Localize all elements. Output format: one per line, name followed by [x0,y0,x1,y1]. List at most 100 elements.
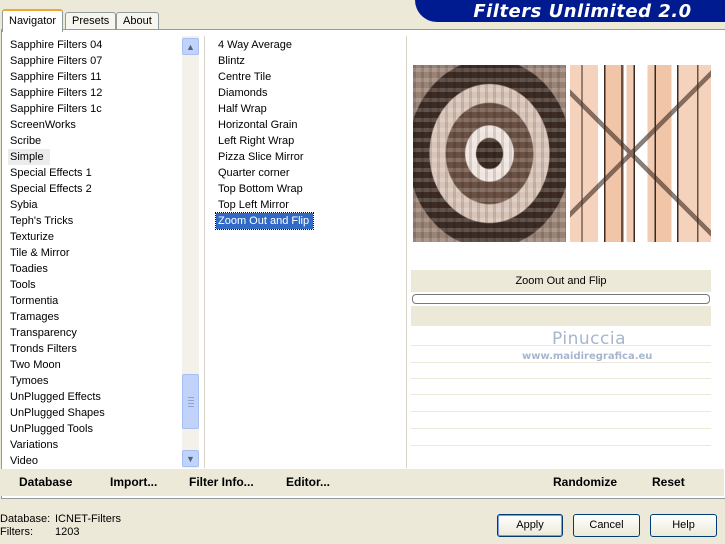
parameter-header [411,306,711,326]
preview-original-image [413,65,566,242]
filter-item[interactable]: Top Bottom Wrap [216,181,401,197]
category-item[interactable]: Simple [8,149,180,165]
filter-item-label: Zoom Out and Flip [214,212,315,230]
filter-item[interactable]: Zoom Out and Flip [214,212,401,230]
category-item-label: Special Effects 2 [10,183,92,195]
category-item[interactable]: Variations [8,437,180,453]
category-item[interactable]: Toadies [8,261,180,277]
category-item-label: Texturize [10,231,55,243]
category-item[interactable]: Sapphire Filters 12 [8,85,180,101]
database-button[interactable]: Database [19,475,72,489]
category-item-label: Teph's Tricks [10,215,74,227]
filter-item[interactable]: Left Right Wrap [216,133,401,149]
filter-info-button[interactable]: Filter Info... [189,475,254,489]
apply-button[interactable]: Apply [497,514,563,537]
category-item[interactable]: Tramages [8,309,180,325]
category-item[interactable]: Sapphire Filters 1c [8,101,180,117]
category-item[interactable]: ScreenWorks [8,117,180,133]
tab-presets[interactable]: Presets [65,12,117,30]
status-filters-value: 1203 [55,526,80,538]
category-item[interactable]: Transparency [8,325,180,341]
category-item[interactable]: Tymoes [8,373,180,389]
category-item-label: UnPlugged Effects [10,391,101,403]
filter-item[interactable]: Pizza Slice Mirror [216,149,401,165]
category-item[interactable]: Sapphire Filters 11 [8,69,180,85]
editor-button[interactable]: Editor... [286,475,330,489]
current-filter-name: Zoom Out and Flip [515,275,607,287]
category-item-label: Tymoes [10,375,49,387]
category-item-label: Sapphire Filters 04 [10,39,103,51]
category-item-label: Simple [8,149,50,165]
category-item-label: ScreenWorks [10,119,76,131]
category-item[interactable]: UnPlugged Tools [8,421,180,437]
tab-navigator[interactable]: Navigator [2,9,64,32]
scroll-down-button[interactable]: ▼ [182,450,199,467]
filter-item-label: Quarter corner [218,167,290,179]
progress-bar [412,294,710,304]
filter-item[interactable]: Centre Tile [216,69,401,85]
category-item-label: Tronds Filters [10,343,77,355]
category-item[interactable]: Tormentia [8,293,180,309]
category-item-label: Tormentia [10,295,59,307]
category-item[interactable]: Special Effects 1 [8,165,180,181]
help-button[interactable]: Help [650,514,717,537]
filter-item[interactable]: Blintz [216,53,401,69]
category-item-label: Sapphire Filters 11 [10,71,102,83]
filter-item-label: Top Bottom Wrap [218,183,303,195]
reset-button[interactable]: Reset [652,475,685,489]
category-scrollbar[interactable]: ▲ ▼ [182,36,199,468]
category-item[interactable]: UnPlugged Shapes [8,405,180,421]
category-item[interactable]: UnPlugged Effects [8,389,180,405]
category-item-label: UnPlugged Shapes [10,407,105,419]
chevron-down-icon: ▼ [186,453,195,464]
category-item-label: Toadies [10,263,48,275]
watermark-url: www.maidiregrafica.eu [522,351,653,362]
category-item-label: Sapphire Filters 07 [10,55,103,67]
randomize-button[interactable]: Randomize [553,475,617,489]
status-database-label: Database: [0,513,51,525]
category-item-label: Transparency [10,327,77,339]
filter-item-label: Pizza Slice Mirror [218,151,304,163]
tab-strip: Navigator Presets About [0,0,400,32]
category-item[interactable]: Texturize [8,229,180,245]
filter-item[interactable]: Half Wrap [216,101,401,117]
category-item[interactable]: Special Effects 2 [8,181,180,197]
category-item-label: Scribe [10,135,42,147]
category-item-label: Sapphire Filters 1c [10,103,102,115]
category-item[interactable]: Two Moon [8,357,180,373]
filter-item[interactable]: Quarter corner [216,165,401,181]
filter-item-label: Left Right Wrap [218,135,295,147]
category-item[interactable]: Video [8,453,180,469]
status-filters-label: Filters: [0,526,33,538]
category-item-label: Video [10,455,38,467]
category-item[interactable]: Tools [8,277,180,293]
category-item[interactable]: Scribe [8,133,180,149]
scroll-up-button[interactable]: ▲ [182,38,199,55]
filter-item[interactable]: Horizontal Grain [216,117,401,133]
category-list[interactable]: Sapphire Filters 04 Sapphire Filters 07 Sa… [8,37,180,469]
tab-about[interactable]: About [116,12,159,30]
filter-item[interactable]: 4 Way Average [216,37,401,53]
import-button[interactable]: Import... [110,475,157,489]
category-item-label: Tramages [10,311,60,323]
filter-item[interactable]: Top Left Mirror [216,197,401,213]
category-item-label: UnPlugged Tools [10,423,93,435]
cancel-button[interactable]: Cancel [573,514,640,537]
category-item-label: Special Effects 1 [10,167,92,179]
category-item[interactable]: Sybia [8,197,180,213]
filter-item-label: 4 Way Average [218,39,292,51]
category-item[interactable]: Tile & Mirror [8,245,180,261]
scroll-thumb[interactable] [182,374,199,429]
category-item-label: Tile & Mirror [10,247,70,259]
filter-list[interactable]: 4 Way Average Blintz Centre Tile Diamonds Ha… [214,37,401,230]
filter-item-label: Top Left Mirror [218,199,289,211]
category-item[interactable]: Sapphire Filters 07 [8,53,180,69]
status-database-value: ICNET-Filters [55,513,121,525]
category-item[interactable]: Teph's Tricks [8,213,180,229]
category-item[interactable]: Sapphire Filters 04 [8,37,180,53]
filter-item-label: Centre Tile [218,71,272,83]
filter-item[interactable]: Diamonds [216,85,401,101]
filter-item-label: Diamonds [218,87,268,99]
category-item[interactable]: Tronds Filters [8,341,180,357]
preview-result-overlay [570,65,711,242]
